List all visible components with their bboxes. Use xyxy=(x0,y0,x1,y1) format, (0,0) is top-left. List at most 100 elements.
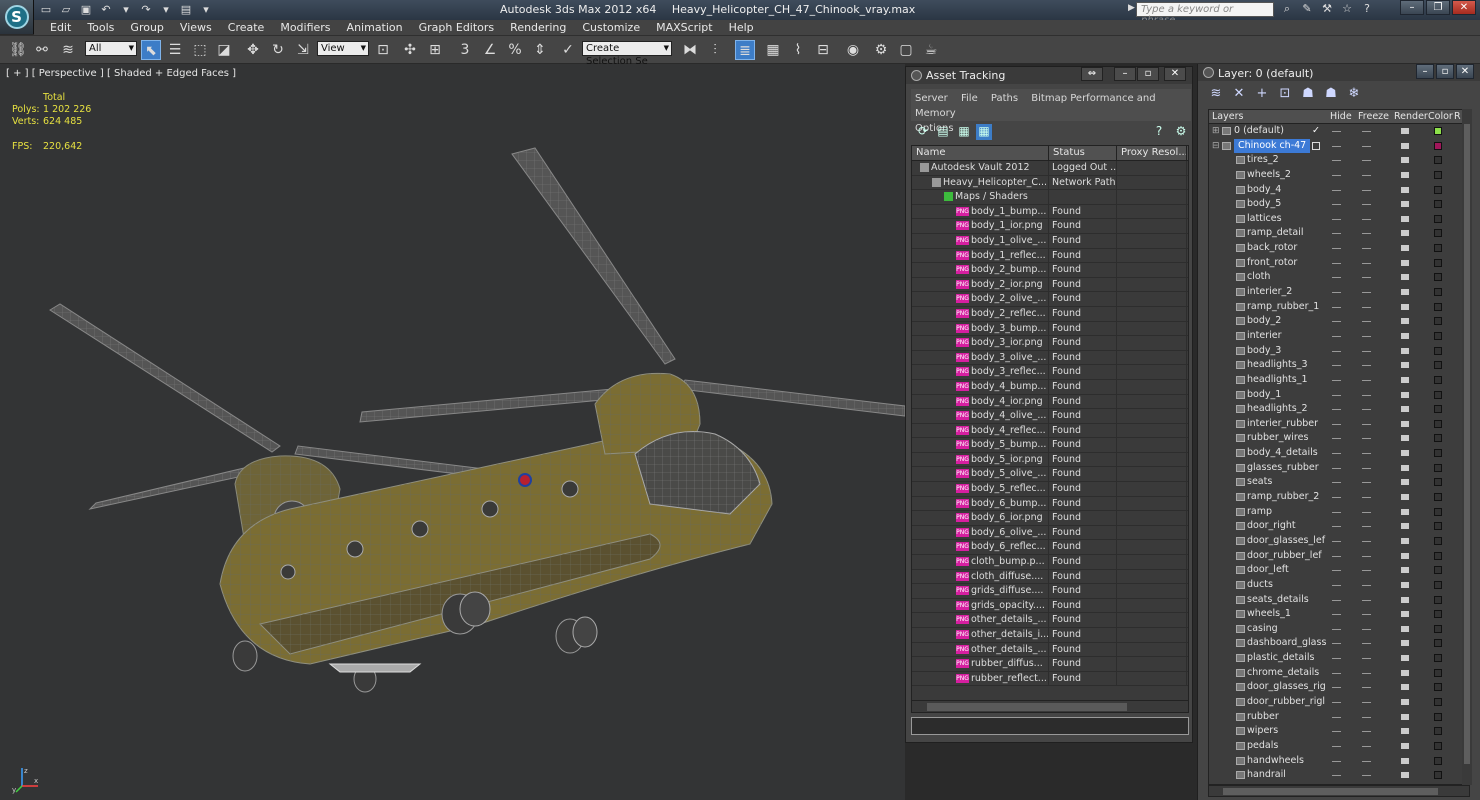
hide-toggle[interactable] xyxy=(1332,643,1341,645)
render-toggle-icon[interactable] xyxy=(1401,362,1409,369)
menu-rendering[interactable]: Rendering xyxy=(502,21,574,34)
object-color-swatch[interactable] xyxy=(1434,405,1442,414)
layer-child-row[interactable]: pedals xyxy=(1209,739,1469,754)
column-name[interactable]: Name xyxy=(912,146,1049,160)
freeze-toggle[interactable] xyxy=(1362,131,1371,132)
render-toggle-icon[interactable] xyxy=(1401,215,1409,222)
hide-toggle[interactable] xyxy=(1332,189,1341,191)
menu-modifiers[interactable]: Modifiers xyxy=(272,21,338,34)
close-icon[interactable]: ✕ xyxy=(1452,0,1476,15)
select-by-name-icon[interactable]: ☰ xyxy=(165,40,185,60)
object-color-swatch[interactable] xyxy=(1434,683,1442,692)
object-color-swatch[interactable] xyxy=(1434,551,1442,560)
object-color-swatch[interactable] xyxy=(1434,522,1442,531)
layer-name[interactable]: Chinook ch-47 xyxy=(1234,138,1310,153)
freeze-toggle[interactable] xyxy=(1362,174,1371,176)
window-crossing-icon[interactable]: ◪ xyxy=(214,40,234,60)
layer-child-row[interactable]: rubber xyxy=(1209,710,1469,725)
object-color-swatch[interactable] xyxy=(1434,214,1442,223)
layer-child-row[interactable]: body_5 xyxy=(1209,197,1469,212)
column-hide[interactable]: Hide xyxy=(1327,110,1355,123)
column-render[interactable]: Render xyxy=(1391,110,1428,123)
hide-toggle[interactable] xyxy=(1332,321,1341,323)
object-color-swatch[interactable] xyxy=(1434,200,1442,209)
render-toggle-icon[interactable] xyxy=(1401,567,1409,574)
freeze-toggle[interactable] xyxy=(1362,526,1371,528)
schematic-view-icon[interactable]: ⊟ xyxy=(813,40,833,60)
object-color-swatch[interactable] xyxy=(1434,346,1442,355)
render-toggle-icon[interactable] xyxy=(1401,376,1409,383)
render-toggle-icon[interactable] xyxy=(1401,406,1409,413)
communication-icon[interactable]: ⚒ xyxy=(1320,2,1334,17)
object-color-swatch[interactable] xyxy=(1434,727,1442,736)
layer-child-row[interactable]: interier_2 xyxy=(1209,285,1469,300)
hide-toggle[interactable] xyxy=(1332,174,1341,176)
select-and-rotate-icon[interactable]: ↻ xyxy=(268,40,288,60)
freeze-toggle[interactable] xyxy=(1362,160,1371,162)
render-toggle-icon[interactable] xyxy=(1401,742,1409,749)
object-color-swatch[interactable] xyxy=(1434,595,1442,604)
render-toggle-icon[interactable] xyxy=(1401,391,1409,398)
hide-toggle[interactable] xyxy=(1332,614,1341,616)
layer-child-row[interactable]: door_rubber_rigl xyxy=(1209,695,1469,710)
hide-toggle[interactable] xyxy=(1332,555,1341,557)
asset-menu-bitmap-performance[interactable]: Bitmap Performance and Memory xyxy=(915,93,1156,119)
asset-row[interactable]: PNG body_6_ior.png Found xyxy=(912,511,1188,526)
layer-child-row[interactable]: body_4 xyxy=(1209,183,1469,198)
object-color-swatch[interactable] xyxy=(1434,375,1442,384)
freeze-toggle[interactable] xyxy=(1362,350,1371,352)
asset-row[interactable]: PNG body_3_bump... Found xyxy=(912,321,1188,337)
layer-child-row[interactable]: ducts xyxy=(1209,578,1469,593)
asset-row[interactable]: PNG body_2_olive_... Found xyxy=(912,292,1188,307)
asset-row[interactable]: PNG body_5_ior.png Found xyxy=(912,452,1188,468)
asset-path-field[interactable] xyxy=(911,717,1189,735)
hide-toggle[interactable] xyxy=(1332,482,1341,484)
freeze-toggle[interactable] xyxy=(1362,277,1371,279)
asset-row[interactable]: PNG cloth_diffuse.... Found xyxy=(912,569,1188,585)
hide-toggle[interactable] xyxy=(1332,277,1341,279)
object-color-swatch[interactable] xyxy=(1434,566,1442,575)
snaps-toggle-icon[interactable]: 3 xyxy=(455,40,475,60)
save-icon[interactable]: ▣ xyxy=(78,2,94,17)
render-toggle-icon[interactable] xyxy=(1401,537,1409,544)
object-color-swatch[interactable] xyxy=(1434,463,1442,472)
layer-child-row[interactable]: wheels_2 xyxy=(1209,168,1469,183)
freeze-toggle[interactable] xyxy=(1362,321,1371,323)
asset-row[interactable]: PNG grids_opacity.... Found xyxy=(912,598,1188,614)
asset-row[interactable]: PNG body_3_ior.png Found xyxy=(912,336,1188,351)
asset-settings-icon[interactable]: ⚙ xyxy=(1173,124,1189,140)
object-color-swatch[interactable] xyxy=(1434,449,1442,458)
refresh-icon[interactable]: ⟳ xyxy=(915,124,931,140)
hide-toggle[interactable] xyxy=(1332,379,1341,381)
hide-toggle[interactable] xyxy=(1332,160,1341,162)
layer-child-row[interactable]: front_rotor xyxy=(1209,256,1469,271)
layer-horizontal-scrollbar[interactable] xyxy=(1208,785,1470,797)
help-icon[interactable]: ? xyxy=(1360,2,1374,17)
object-color-swatch[interactable] xyxy=(1434,478,1442,487)
layer-child-row[interactable]: seats xyxy=(1209,475,1469,490)
layer-child-row[interactable]: door_glasses_rig xyxy=(1209,680,1469,695)
freeze-toggle[interactable] xyxy=(1362,628,1371,630)
object-color-swatch[interactable] xyxy=(1434,156,1442,165)
asset-row[interactable]: PNG body_3_olive_... Found xyxy=(912,350,1188,366)
delete-layer-icon[interactable]: ✕ xyxy=(1231,86,1247,102)
app-logo-button[interactable]: S xyxy=(0,0,34,34)
asset-row[interactable]: PNG rubber_diffus... Found xyxy=(912,657,1188,672)
layer-minimize-icon[interactable]: – xyxy=(1416,64,1434,79)
object-color-swatch[interactable] xyxy=(1434,507,1442,516)
layer-child-row[interactable]: dashboard_glass xyxy=(1209,636,1469,651)
hide-toggle[interactable] xyxy=(1332,701,1341,703)
select-and-move-icon[interactable]: ✥ xyxy=(243,40,263,60)
render-toggle-icon[interactable] xyxy=(1401,128,1409,134)
spinner-snap-icon[interactable]: ⇕ xyxy=(530,40,550,60)
column-freeze[interactable]: Freeze xyxy=(1355,110,1391,123)
freeze-toggle[interactable] xyxy=(1362,570,1371,572)
thumbnail-view-icon[interactable]: ▦ xyxy=(956,124,972,140)
object-color-swatch[interactable] xyxy=(1434,419,1442,428)
edit-named-selection-icon[interactable]: ✓ xyxy=(558,40,578,60)
object-color-swatch[interactable] xyxy=(1434,654,1442,663)
render-production-icon[interactable]: ☕ xyxy=(921,40,941,60)
freeze-all-layers-icon[interactable]: ❄ xyxy=(1346,86,1362,102)
hide-toggle[interactable] xyxy=(1332,745,1341,747)
perspective-viewport[interactable]: [ + ] [ Perspective ] [ Shaded + Edged F… xyxy=(0,64,906,800)
